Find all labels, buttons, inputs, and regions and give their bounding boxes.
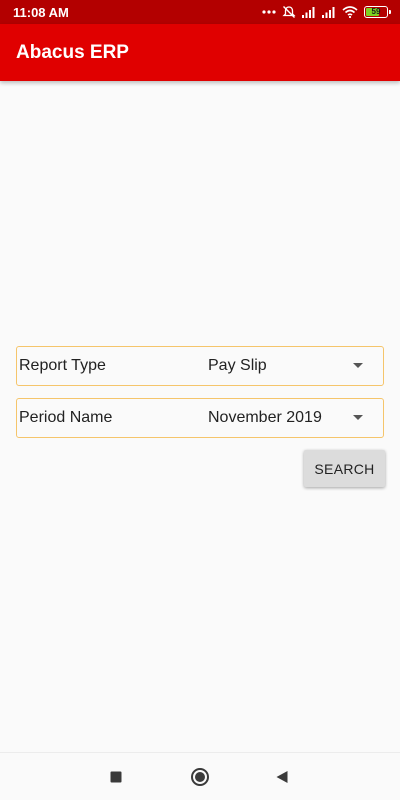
period-name-value: November 2019 bbox=[208, 409, 322, 426]
report-type-dropdown[interactable]: Report Type Pay Slip bbox=[16, 346, 384, 386]
chevron-down-icon[interactable] bbox=[353, 415, 363, 420]
status-time: 11:08 AM bbox=[13, 4, 69, 20]
navigation-bar bbox=[0, 752, 400, 800]
signal-icon bbox=[322, 7, 335, 18]
report-type-value: Pay Slip bbox=[208, 357, 267, 374]
back-icon[interactable] bbox=[276, 770, 288, 783]
battery-icon: 59 bbox=[364, 6, 391, 18]
status-bar: 11:08 AM 59 bbox=[0, 0, 400, 24]
period-name-dropdown[interactable]: Period Name November 2019 bbox=[16, 398, 384, 438]
more-dots-icon bbox=[262, 10, 276, 14]
alarm-off-icon bbox=[282, 6, 296, 18]
wifi-icon bbox=[342, 6, 358, 18]
period-name-label: Period Name bbox=[19, 409, 113, 426]
battery-level: 59 bbox=[371, 7, 381, 16]
recent-apps-icon[interactable] bbox=[110, 771, 122, 782]
home-icon-inner bbox=[195, 771, 205, 782]
chevron-down-icon[interactable] bbox=[353, 363, 363, 368]
app-title: Abacus ERP bbox=[16, 41, 129, 63]
status-icons: 59 bbox=[262, 5, 391, 19]
app-bar: Abacus ERP bbox=[0, 24, 400, 81]
search-button[interactable]: SEARCH bbox=[304, 450, 385, 487]
signal-icon bbox=[302, 7, 315, 18]
report-type-label: Report Type bbox=[19, 357, 106, 374]
home-icon[interactable] bbox=[191, 767, 209, 786]
